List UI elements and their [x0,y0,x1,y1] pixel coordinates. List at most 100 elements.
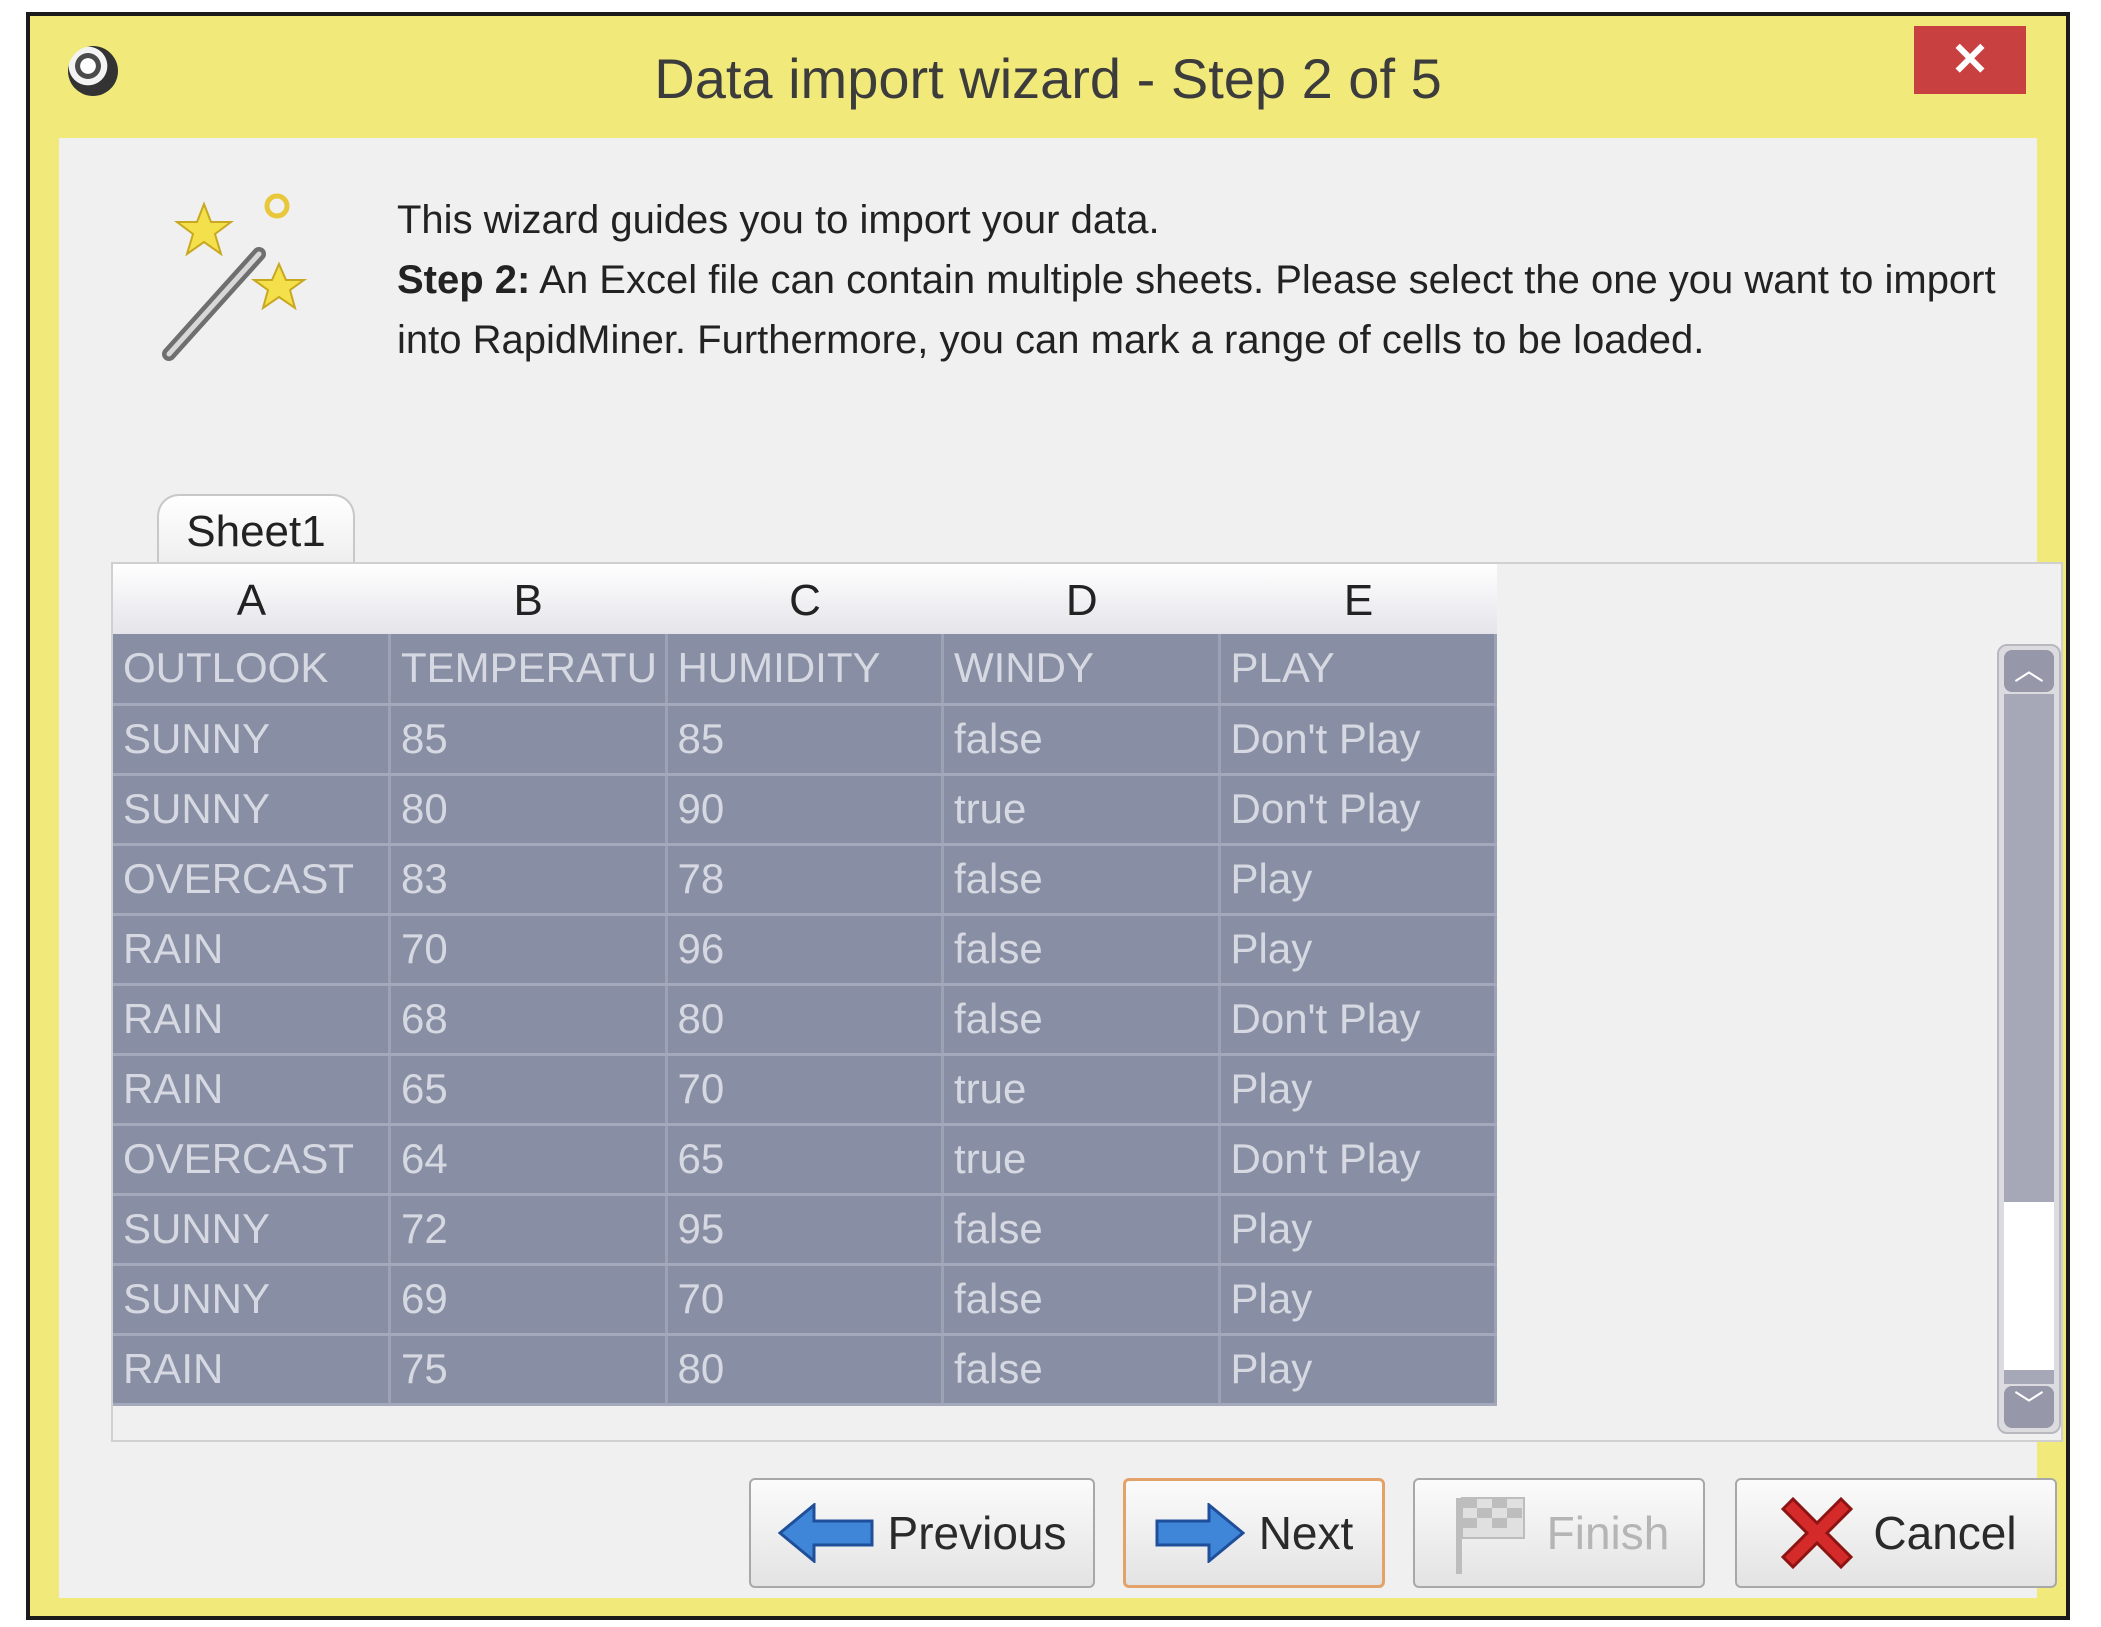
table-cell[interactable]: SUNNY [113,1194,391,1266]
scroll-down-icon[interactable]: ﹀ [2004,1386,2054,1428]
sheet-panel: ABCDE OUTLOOK TEMPERATU HUMIDITY WINDY PLAY S… [111,562,2063,1442]
table-cell[interactable]: Don't Play [1219,774,1497,846]
table-cell[interactable]: false [942,704,1221,776]
scrollbar-track[interactable] [2004,1202,2054,1370]
table-cell[interactable]: TEMPERATU [389,634,668,706]
table-cell[interactable]: Play [1219,914,1497,986]
table-cell[interactable]: 80 [389,774,668,846]
table-row[interactable]: OVERCAST 83 78 false Play [113,844,1497,916]
table-cell[interactable]: false [942,1264,1221,1336]
cancel-label: Cancel [1873,1507,2017,1559]
column-header[interactable]: B [390,564,667,634]
table-cell[interactable]: 68 [389,984,668,1056]
table-cell[interactable]: false [942,984,1221,1056]
table-cell[interactable]: WINDY [942,634,1221,706]
arrow-right-icon [1155,1503,1245,1563]
column-headers: ABCDE [113,564,1497,634]
table-row[interactable]: SUNNY 69 70 false Play [113,1264,1497,1336]
table-cell[interactable]: OUTLOOK [113,634,391,706]
table-cell[interactable]: 80 [666,984,944,1056]
table-cell[interactable]: SUNNY [113,774,391,846]
table-row[interactable]: RAIN 75 80 false Play [113,1334,1497,1406]
table-cell[interactable]: Play [1219,1054,1497,1126]
arrow-left-icon [777,1503,874,1563]
table-row[interactable]: RAIN 65 70 true Play [113,1054,1497,1126]
table-cell[interactable]: 70 [666,1054,944,1126]
table-cell[interactable]: false [942,1194,1221,1266]
table-cell[interactable]: 85 [666,704,944,776]
next-label: Next [1258,1507,1354,1559]
table-cell[interactable]: OVERCAST [113,1124,391,1196]
table-cell[interactable]: 70 [666,1264,944,1336]
table-row[interactable]: OVERCAST 64 65 true Don't Play [113,1124,1497,1196]
previous-label: Previous [887,1507,1067,1559]
table-row[interactable]: SUNNY 80 90 true Don't Play [113,774,1497,846]
step-label: Step 2: [397,258,531,302]
table-row[interactable]: SUNNY 72 95 false Play [113,1194,1497,1266]
column-header[interactable]: D [943,564,1220,634]
table-cell[interactable]: 78 [666,844,944,916]
table-cell[interactable]: 75 [389,1334,668,1406]
table-cell[interactable]: OVERCAST [113,844,391,916]
table-cell[interactable]: 83 [389,844,668,916]
table-cell[interactable]: Don't Play [1219,1124,1497,1196]
table-cell[interactable]: HUMIDITY [666,634,944,706]
table-cell[interactable]: true [942,1124,1221,1196]
table-cell[interactable]: 72 [389,1194,668,1266]
vertical-scrollbar[interactable]: ︿ ﹀ [1997,644,2061,1434]
table-cell[interactable]: RAIN [113,1054,391,1126]
table-cell[interactable]: Don't Play [1219,984,1497,1056]
scroll-up-icon[interactable]: ︿ [2004,650,2054,692]
table-cell[interactable]: RAIN [113,984,391,1056]
table-cell[interactable]: false [942,914,1221,986]
table-row[interactable]: RAIN 70 96 false Play [113,914,1497,986]
finish-label: Finish [1546,1507,1670,1559]
red-x-icon [1781,1496,1854,1570]
table-cell[interactable]: Play [1219,1334,1497,1406]
cancel-button[interactable]: Cancel [1735,1478,2057,1588]
close-button[interactable]: ✕ [1914,26,2026,94]
step-description: Step 2: An Excel file can contain multip… [397,250,2017,370]
table-cell[interactable]: 90 [666,774,944,846]
wizard-content: This wizard guides you to import your da… [59,138,2063,1598]
table-cell[interactable]: false [942,1334,1221,1406]
table-row[interactable]: RAIN 68 80 false Don't Play [113,984,1497,1056]
finish-button[interactable]: Finish [1413,1478,1705,1588]
table-cell[interactable]: SUNNY [113,1264,391,1336]
table-cell[interactable]: Play [1219,1264,1497,1336]
table-cell[interactable]: 69 [389,1264,668,1336]
cell-grid[interactable]: OUTLOOK TEMPERATU HUMIDITY WINDY PLAY SUNNY 85… [113,634,1497,1406]
table-cell[interactable]: 70 [389,914,668,986]
table-row[interactable]: SUNNY 85 85 false Don't Play [113,704,1497,776]
table-cell[interactable]: 95 [666,1194,944,1266]
column-header[interactable]: E [1220,564,1497,634]
table-cell[interactable]: 96 [666,914,944,986]
table-cell[interactable]: PLAY [1219,634,1497,706]
table-cell[interactable]: 65 [666,1124,944,1196]
table-cell[interactable]: 65 [389,1054,668,1126]
intro-text: This wizard guides you to import your da… [397,190,2017,370]
next-button[interactable]: Next [1123,1478,1385,1588]
table-cell[interactable]: true [942,774,1221,846]
table-cell[interactable]: 85 [389,704,668,776]
table-cell[interactable]: Play [1219,1194,1497,1266]
table-cell[interactable]: Don't Play [1219,704,1497,776]
table-cell[interactable]: 64 [389,1124,668,1196]
previous-button[interactable]: Previous [749,1478,1095,1588]
table-cell[interactable]: RAIN [113,914,391,986]
column-header[interactable]: C [667,564,944,634]
title-bar: Data import wizard - Step 2 of 5 ✕ [30,16,2066,138]
table-cell[interactable]: true [942,1054,1221,1126]
table-cell[interactable]: RAIN [113,1334,391,1406]
table-cell[interactable]: SUNNY [113,704,391,776]
column-header[interactable]: A [113,564,390,634]
tab-sheet1[interactable]: Sheet1 [157,494,355,564]
step-text: An Excel file can contain multiple sheet… [397,258,1996,362]
table-cell[interactable]: Play [1219,844,1497,916]
table-cell[interactable]: 80 [666,1334,944,1406]
checkered-flag-icon [1455,1497,1525,1574]
window-title: Data import wizard - Step 2 of 5 [654,47,1442,110]
magic-wand-icon [162,193,308,361]
table-row[interactable]: OUTLOOK TEMPERATU HUMIDITY WINDY PLAY [113,634,1497,706]
table-cell[interactable]: false [942,844,1221,916]
